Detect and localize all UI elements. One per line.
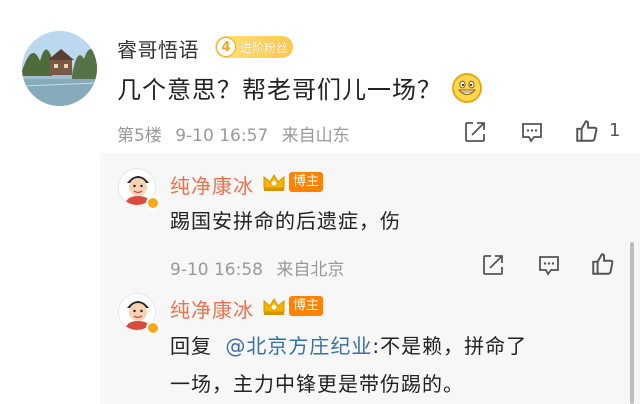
comment-thread: 睿哥悟语 4 进阶粉丝 几个意思？帮老哥们儿一场？ 第5楼 9-10 16:57… — [0, 0, 640, 404]
verified-badge-icon — [146, 321, 160, 335]
reply-text-line2: 一场，主力中锋更是带伤踢的。 — [170, 372, 464, 396]
comment-text-row: 几个意思？帮老哥们儿一场？ — [117, 70, 482, 105]
avatar[interactable] — [22, 31, 97, 106]
reply-text: 踢国安拼命的后遗症，伤 — [170, 209, 401, 233]
blogger-badge: 博主 — [289, 296, 324, 316]
comment-location: 来自山东 — [281, 126, 350, 146]
reply-username[interactable]: 纯净康冰 — [170, 294, 254, 323]
reply-text: :不是赖，拼命了 — [372, 334, 528, 358]
share-icon[interactable] — [463, 120, 487, 144]
reply-location: 来自北京 — [276, 260, 345, 280]
comment-username[interactable]: 睿哥悟语 — [117, 34, 199, 63]
reply-text-line1: 回复 @北京方庄纪业:不是赖，拼命了 — [170, 330, 527, 359]
comment-icon[interactable] — [537, 253, 561, 277]
comment-meta: 第5楼 9-10 16:57 来自山东 — [117, 121, 350, 146]
landscape-avatar-image — [22, 31, 97, 106]
reply-prefix: 回复 — [170, 334, 212, 358]
blogger-badge: 博主 — [289, 172, 324, 192]
comment-icon[interactable] — [520, 120, 544, 144]
verified-badge-icon — [146, 196, 160, 210]
reply-meta: 9-10 16:58 来自北京 — [170, 255, 344, 280]
grinning-emoji-icon — [452, 72, 482, 103]
scrollbar[interactable] — [630, 242, 634, 404]
like-icon[interactable] — [574, 118, 600, 144]
share-icon[interactable] — [481, 253, 505, 277]
reply-time: 9-10 16:58 — [170, 260, 263, 280]
fan-badge-label: 进阶粉丝 — [240, 40, 289, 55]
comment-text: 几个意思？帮老哥们儿一场？ — [117, 76, 442, 104]
comment-floor: 第5楼 — [117, 126, 162, 146]
mention-link[interactable]: @北京方庄纪业 — [225, 334, 372, 358]
reply-username[interactable]: 纯净康冰 — [170, 170, 254, 199]
fan-level-number: 4 — [216, 37, 236, 57]
fan-badge[interactable]: 4 进阶粉丝 — [215, 36, 293, 58]
crown-icon — [263, 173, 285, 191]
like-count: 1 — [609, 120, 621, 141]
crown-icon — [263, 297, 285, 315]
like-icon[interactable] — [590, 251, 616, 277]
comment-time: 9-10 16:57 — [175, 126, 269, 146]
